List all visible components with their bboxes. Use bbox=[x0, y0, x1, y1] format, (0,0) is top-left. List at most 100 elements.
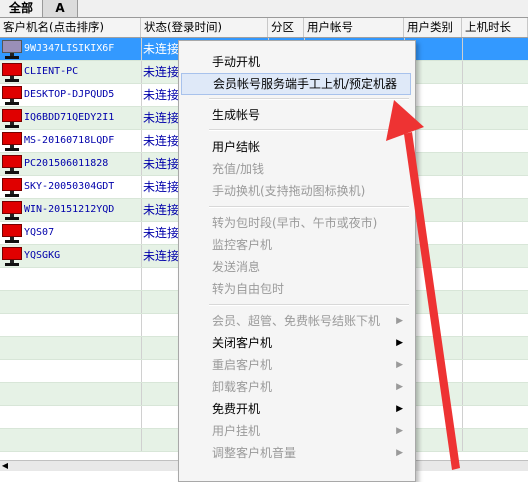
monitor-icon bbox=[2, 178, 22, 197]
menu-item[interactable]: 用户结帐 bbox=[181, 136, 411, 158]
client-status: 未连接 bbox=[143, 180, 179, 194]
column-divider bbox=[462, 291, 463, 313]
client-status: 未连接 bbox=[143, 42, 179, 56]
menu-item-label: 重启客户机 bbox=[212, 358, 273, 372]
column-divider bbox=[141, 245, 142, 267]
menu-item: 充值/加钱 bbox=[181, 158, 411, 180]
menu-item-label: 手动换机(支持拖动图标换机) bbox=[212, 184, 366, 198]
tab-a[interactable]: A bbox=[43, 0, 78, 17]
menu-item[interactable]: 关闭客户机 ▶ bbox=[181, 332, 411, 354]
monitor-icon bbox=[2, 132, 22, 151]
column-divider bbox=[141, 268, 142, 290]
column-online-duration[interactable]: 上机时长 bbox=[462, 18, 528, 37]
menu-item: 监控客户机 bbox=[181, 234, 411, 256]
submenu-arrow-icon: ▶ bbox=[396, 316, 403, 326]
column-divider bbox=[462, 429, 463, 451]
column-partition[interactable]: 分区 bbox=[268, 18, 304, 37]
column-divider bbox=[462, 268, 463, 290]
column-divider bbox=[141, 291, 142, 313]
menu-separator bbox=[209, 129, 409, 131]
menu-item-label: 卸载客户机 bbox=[212, 380, 273, 394]
column-user-type[interactable]: 用户类别 bbox=[404, 18, 462, 37]
menu-item-label: 用户结帐 bbox=[212, 140, 261, 154]
client-name: CLIENT-PC bbox=[24, 66, 79, 77]
menu-item-label: 转为包时段(早市、午市或夜市) bbox=[212, 216, 378, 230]
column-divider bbox=[141, 153, 142, 175]
monitor-icon bbox=[2, 224, 22, 243]
menu-item[interactable]: 手动开机 bbox=[181, 51, 411, 73]
menu-separator bbox=[209, 206, 409, 208]
column-status[interactable]: 状态(登录时间) bbox=[141, 18, 268, 37]
column-client-name[interactable]: 客户机名(点击排序) bbox=[0, 18, 141, 37]
monitor-icon bbox=[2, 40, 22, 59]
menu-separator bbox=[209, 98, 409, 100]
column-user-account[interactable]: 用户帐号 bbox=[304, 18, 404, 37]
menu-item-label: 生成帐号 bbox=[212, 108, 261, 122]
menu-item-label: 会员、超管、免费帐号结账下机 bbox=[212, 314, 381, 328]
submenu-arrow-icon: ▶ bbox=[396, 360, 403, 370]
tab-all[interactable]: 全部 bbox=[0, 0, 43, 17]
menu-item-label: 手动开机 bbox=[212, 55, 261, 69]
context-menu: 手动开机会员帐号服务端手工上机/预定机器 生成帐号用户结帐充值/加钱手动换机(支持… bbox=[178, 40, 416, 482]
column-divider bbox=[462, 383, 463, 405]
column-divider bbox=[141, 406, 142, 428]
column-divider bbox=[462, 245, 463, 267]
client-name: YQSGKG bbox=[24, 250, 61, 261]
column-divider bbox=[462, 222, 463, 244]
submenu-arrow-icon: ▶ bbox=[396, 382, 403, 392]
submenu-arrow-icon: ▶ bbox=[396, 404, 403, 414]
client-name: SKY-20050304GDT bbox=[24, 181, 115, 192]
column-divider bbox=[141, 176, 142, 198]
menu-item[interactable]: 免费开机 ▶ bbox=[181, 398, 411, 420]
column-divider bbox=[141, 337, 142, 359]
client-status: 未连接 bbox=[143, 111, 179, 125]
column-divider bbox=[462, 38, 463, 60]
client-name: YQS07 bbox=[24, 227, 55, 238]
menu-item-label: 发送消息 bbox=[212, 260, 261, 274]
client-name: WIN-20151212YQD bbox=[24, 204, 115, 215]
menu-item: 转为包时段(早市、午市或夜市) bbox=[181, 212, 411, 234]
column-divider bbox=[141, 130, 142, 152]
menu-separator bbox=[209, 304, 409, 306]
menu-item-label: 转为自由包时 bbox=[212, 282, 285, 296]
column-divider bbox=[141, 38, 142, 60]
column-divider bbox=[141, 61, 142, 83]
menu-item[interactable]: 生成帐号 bbox=[181, 104, 411, 126]
tab-bar: 全部 A bbox=[0, 0, 528, 18]
column-divider bbox=[462, 199, 463, 221]
menu-item: 用户挂机 ▶ bbox=[181, 420, 411, 442]
column-divider bbox=[462, 176, 463, 198]
menu-item[interactable]: 会员帐号服务端手工上机/预定机器 bbox=[181, 73, 411, 95]
menu-item-label: 免费开机 bbox=[212, 402, 261, 416]
column-divider bbox=[462, 84, 463, 106]
column-divider bbox=[462, 130, 463, 152]
monitor-icon bbox=[2, 86, 22, 105]
menu-item: 发送消息 bbox=[181, 256, 411, 278]
menu-item-label: 监控客户机 bbox=[212, 238, 273, 252]
client-name: MS-20160718LQDF bbox=[24, 135, 115, 146]
column-divider bbox=[462, 153, 463, 175]
column-divider bbox=[141, 429, 142, 451]
menu-item: 手动换机(支持拖动图标换机) bbox=[181, 180, 411, 202]
menu-item-label: 充值/加钱 bbox=[212, 162, 265, 176]
menu-item-label: 关闭客户机 bbox=[212, 336, 273, 350]
column-divider bbox=[462, 314, 463, 336]
column-divider bbox=[462, 337, 463, 359]
submenu-arrow-icon: ▶ bbox=[396, 448, 403, 458]
menu-item-label: 会员帐号服务端手工上机/预定机器 bbox=[213, 77, 398, 91]
client-name: IQ6BDD71QEDY2I1 bbox=[24, 112, 115, 123]
client-status: 未连接 bbox=[143, 134, 179, 148]
client-name: PC201506011828 bbox=[24, 158, 109, 169]
column-divider bbox=[462, 406, 463, 428]
monitor-icon bbox=[2, 63, 22, 82]
client-name: 9WJ347LISIKIX6F bbox=[24, 43, 115, 54]
submenu-arrow-icon: ▶ bbox=[396, 338, 403, 348]
column-divider bbox=[141, 199, 142, 221]
client-name: DESKTOP-DJPQUD5 bbox=[24, 89, 115, 100]
menu-item: 调整客户机音量 ▶ bbox=[181, 442, 411, 464]
menu-item-label: 调整客户机音量 bbox=[212, 446, 297, 460]
column-header: 客户机名(点击排序) 状态(登录时间) 分区 用户帐号 用户类别 上机时长 bbox=[0, 18, 528, 38]
column-divider bbox=[141, 383, 142, 405]
column-divider bbox=[141, 84, 142, 106]
client-status: 未连接 bbox=[143, 65, 179, 79]
